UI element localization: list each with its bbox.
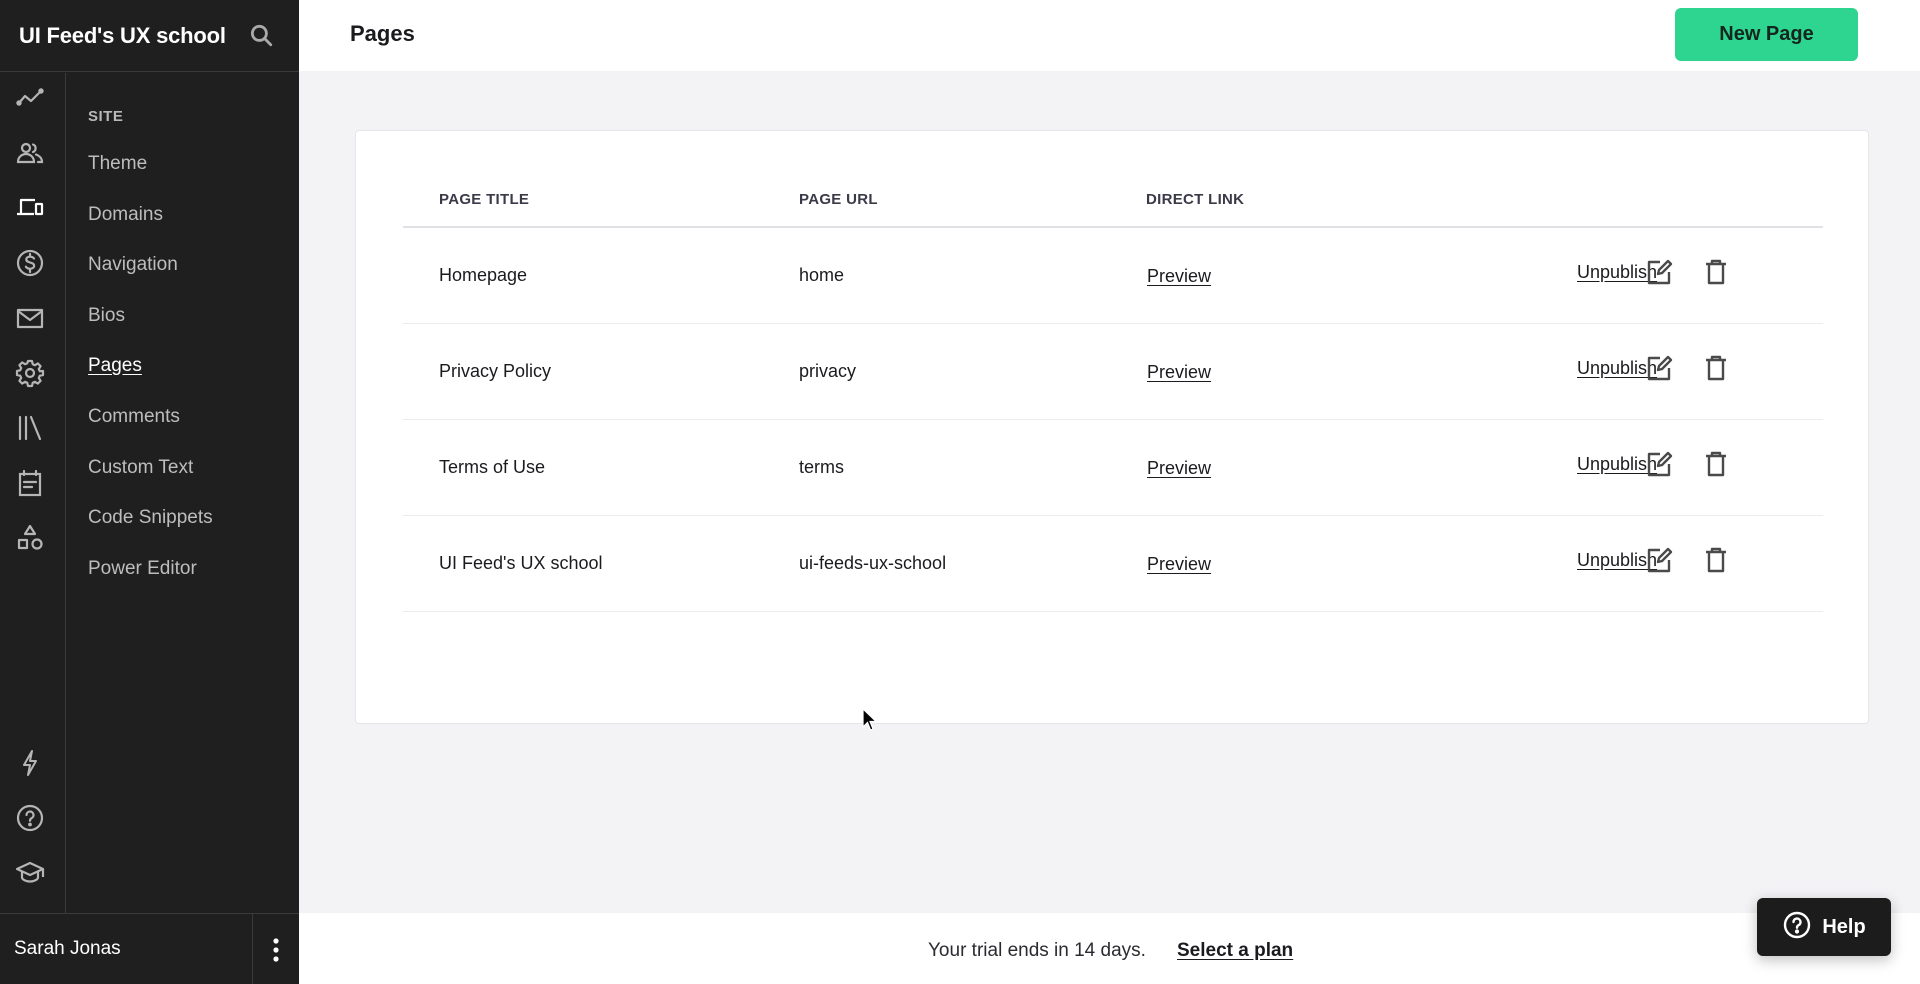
help-circle-icon [1782,910,1812,945]
trial-banner: Your trial ends in 14 days. Select a pla… [299,913,1920,984]
page-title-cell: Homepage [439,265,528,285]
edit-icon[interactable] [1642,447,1676,481]
trash-icon[interactable] [1699,255,1733,289]
shapes-icon[interactable] [13,521,47,555]
trial-message: Your trial ends in 14 days. [928,940,1146,961]
sidebar-item-code-snippets[interactable]: Code Snippets [88,507,213,529]
top-bar: Pages New Page [299,0,1920,71]
page-url-cell: ui-feeds-ux-school [799,553,947,573]
column-header-page-url: PAGE URL [799,191,878,208]
pages-table: PAGE TITLE PAGE URL DIRECT LINK Homepage… [403,171,1823,612]
page-url-cell: home [799,265,845,285]
trash-icon[interactable] [1699,351,1733,385]
calendar-icon[interactable] [13,466,47,500]
edit-icon[interactable] [1642,351,1676,385]
brand-title[interactable]: UI Feed's UX school [19,23,226,49]
user-name[interactable]: Sarah Jonas [14,938,121,960]
sidebar-item-navigation[interactable]: Navigation [88,254,178,276]
icon-rail [0,73,66,913]
sidebar-item-theme[interactable]: Theme [88,153,147,175]
sidebar-item-bios[interactable]: Bios [88,305,125,327]
sidebar-item-domains[interactable]: Domains [88,204,163,226]
dollar-icon[interactable] [13,246,47,280]
devices-icon[interactable] [13,191,47,225]
sidebar-item-power-editor[interactable]: Power Editor [88,558,197,580]
lightning-icon[interactable] [13,746,47,780]
table-header: PAGE TITLE PAGE URL DIRECT LINK [403,171,1823,228]
select-plan-link[interactable]: Select a plan [1177,940,1293,962]
help-circle-icon[interactable] [13,801,47,835]
column-header-direct-link: DIRECT LINK [1146,191,1245,208]
page-title-cell: Terms of Use [439,457,546,477]
analytics-icon[interactable] [13,81,47,115]
table-row: Terms of Use terms Preview Unpublish [403,420,1823,516]
graduation-cap-icon[interactable] [13,856,47,890]
table-row: Privacy Policy privacy Preview Unpublish [403,324,1823,420]
user-bar: Sarah Jonas [0,913,299,984]
page-url-cell: privacy [799,361,857,381]
page-url-cell: terms [799,457,844,477]
brand-header: UI Feed's UX school [0,0,299,72]
column-header-page-title: PAGE TITLE [439,191,530,208]
subnav-heading: SITE [88,108,124,125]
page-title: Pages [350,21,415,46]
new-page-button[interactable]: New Page [1675,8,1858,61]
trash-icon[interactable] [1699,543,1733,577]
sidebar-item-pages[interactable]: Pages [88,355,142,377]
pages-card: PAGE TITLE PAGE URL DIRECT LINK Homepage… [355,130,1869,724]
gear-icon[interactable] [13,356,47,390]
more-vertical-icon[interactable] [252,914,299,984]
table-row: UI Feed's UX school ui-feeds-ux-school Pre… [403,516,1823,612]
edit-icon[interactable] [1642,543,1676,577]
sidebar-item-custom-text[interactable]: Custom Text [88,457,193,479]
people-icon[interactable] [13,136,47,170]
page-title-cell: Privacy Policy [439,361,552,381]
trash-icon[interactable] [1699,447,1733,481]
preview-link[interactable]: Preview [1147,362,1211,383]
table-row: Homepage home Preview Unpublish [403,228,1823,324]
help-label: Help [1822,915,1866,938]
search-icon[interactable] [248,22,274,48]
library-icon[interactable] [13,411,47,445]
page-title-cell: UI Feed's UX school [439,553,603,573]
help-button[interactable]: Help [1757,898,1891,956]
edit-icon[interactable] [1642,255,1676,289]
preview-link[interactable]: Preview [1147,266,1211,287]
preview-link[interactable]: Preview [1147,554,1211,575]
sidebar: UI Feed's UX school SITE Theme Domains N… [0,0,299,984]
sidebar-item-comments[interactable]: Comments [88,406,180,428]
preview-link[interactable]: Preview [1147,458,1211,479]
site-subnav: SITE Theme Domains Navigation Bios Pages… [67,73,299,913]
mail-icon[interactable] [13,301,47,335]
